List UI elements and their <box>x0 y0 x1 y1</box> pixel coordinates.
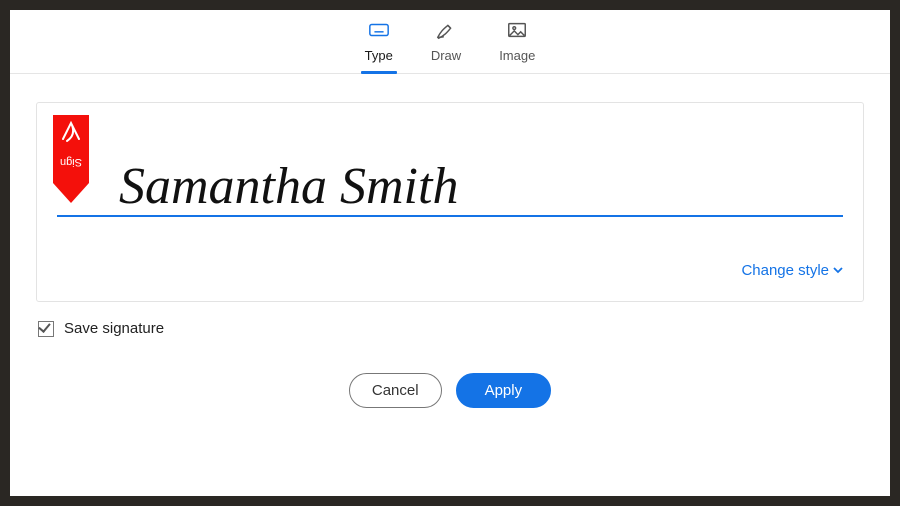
tab-draw[interactable]: Draw <box>425 19 467 73</box>
dialog-actions: Cancel Apply <box>10 373 890 408</box>
apply-button[interactable]: Apply <box>456 373 552 408</box>
save-signature-row: Save signature <box>38 320 890 337</box>
keyboard-icon <box>368 19 390 44</box>
tab-type[interactable]: Type <box>359 19 399 73</box>
change-style-link[interactable]: Change style <box>741 262 843 279</box>
tab-image[interactable]: Image <box>493 19 541 73</box>
chevron-down-icon <box>833 262 843 279</box>
save-signature-label: Save signature <box>64 320 164 337</box>
signature-card: Sign Samantha Smith Change style <box>36 102 864 302</box>
signature-text-input[interactable]: Samantha Smith <box>57 161 458 215</box>
tab-label: Image <box>499 48 535 63</box>
signature-mode-tabs: Type Draw Image <box>10 10 890 74</box>
signature-dialog: Type Draw Image Sign <box>0 0 900 506</box>
svg-text:Sign: Sign <box>60 156 82 168</box>
change-style-label: Change style <box>741 262 829 279</box>
tab-label: Type <box>365 48 393 63</box>
image-icon <box>506 19 528 44</box>
cancel-button[interactable]: Cancel <box>349 373 442 408</box>
pen-icon <box>435 19 457 44</box>
tab-label: Draw <box>431 48 461 63</box>
save-signature-checkbox[interactable] <box>38 321 54 337</box>
sign-here-bookmark: Sign <box>51 115 91 205</box>
signature-line[interactable]: Sign Samantha Smith <box>57 131 843 217</box>
